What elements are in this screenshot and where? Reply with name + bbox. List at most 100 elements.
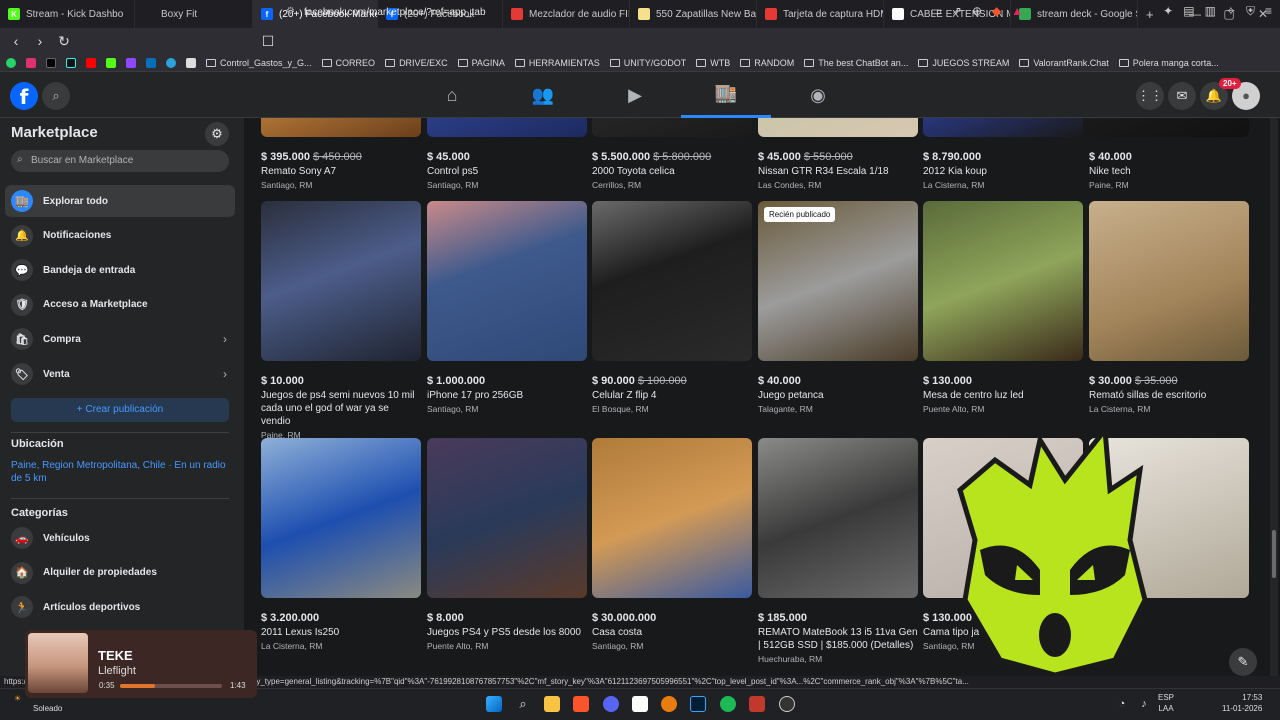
url-field[interactable]: facebook.com/marketplace/?ref=app_tab	[280, 4, 1000, 22]
menu-grid-icon[interactable]: ⋮⋮	[1136, 82, 1164, 110]
bookmark-item[interactable]: UNITY/GODOT	[609, 58, 686, 68]
category-item[interactable]: 🏃 Artículos deportivos	[5, 591, 235, 623]
tiktok-icon[interactable]	[66, 57, 76, 68]
notion-icon[interactable]	[632, 696, 648, 712]
friends-icon[interactable]: 👥	[498, 72, 588, 118]
listing-title[interactable]: Remato Sony A7	[261, 165, 421, 178]
listing-card[interactable]: $ 45.000 Control ps5 Santiago, RM	[427, 118, 587, 190]
bookmark-item[interactable]: ValorantRank.Chat	[1019, 58, 1109, 68]
browser-tab[interactable]: K Stream - Kick Dashbo	[0, 0, 135, 28]
paypal-icon[interactable]	[146, 57, 156, 68]
rewards-icon[interactable]: ▲	[1011, 4, 1023, 19]
sidebar-item-bandeja-de-entrada[interactable]: 💬 Bandeja de entrada	[5, 254, 235, 286]
listing-title[interactable]: Control ps5	[427, 165, 587, 178]
bookmark-item[interactable]: DRIVE/EXC	[385, 58, 448, 68]
wifi-icon[interactable]: ◔	[1114, 696, 1130, 712]
listing-card[interactable]: Recién publicado $ 40.000 Juego petanca Tal…	[758, 201, 918, 414]
bookmark-item[interactable]: Control_Gastos_y_G...	[206, 58, 312, 68]
instagram-icon[interactable]	[26, 57, 36, 68]
extensions-icon[interactable]: ✦	[1163, 4, 1173, 19]
sidebar-toggle-icon[interactable]: ▥	[1205, 4, 1216, 19]
forward-icon[interactable]: ›	[30, 33, 50, 49]
bookmark-item[interactable]: HERRAMIENTAS	[514, 58, 600, 68]
brave-shield-icon[interactable]: ◆	[992, 4, 1001, 19]
facebook-logo-icon[interactable]: f	[10, 82, 38, 110]
listing-photo[interactable]	[261, 201, 421, 361]
listing-title[interactable]: 2012 Kia koup	[923, 165, 1083, 178]
listing-card[interactable]: $ 185.000 REMATO MateBook 13 i5 11va Gen …	[758, 438, 918, 664]
listing-photo[interactable]: Recién publicado	[758, 201, 918, 361]
spotify-icon[interactable]	[720, 696, 736, 712]
blender-icon[interactable]	[661, 696, 677, 712]
bookmark-item[interactable]: JUEGOS STREAM	[918, 58, 1009, 68]
listing-photo[interactable]	[923, 118, 1083, 137]
listing-title[interactable]: Casa costa	[592, 626, 752, 639]
twitch-icon[interactable]	[126, 57, 136, 68]
telegram-icon[interactable]	[166, 57, 176, 68]
microphone-icon[interactable]: ♪	[1136, 696, 1152, 712]
zoom-icon[interactable]: ⊕	[972, 4, 982, 19]
page-scrollbar[interactable]	[1270, 118, 1278, 678]
vegas-icon[interactable]	[749, 696, 765, 712]
listing-photo[interactable]	[1089, 201, 1249, 361]
messenger-icon[interactable]: ✉	[1168, 82, 1196, 110]
youtube-icon[interactable]	[86, 57, 96, 68]
listing-photo[interactable]	[427, 118, 587, 137]
kick-icon[interactable]	[106, 57, 116, 68]
reload-icon[interactable]: ↻	[54, 33, 74, 50]
listing-card[interactable]: $ 8.790.000 2012 Kia koup La Cisterna, RM	[923, 118, 1083, 190]
discord-icon[interactable]	[603, 696, 619, 712]
new-message-icon[interactable]: ✎	[1229, 648, 1257, 676]
listing-card[interactable]: $ 45.000 $ 550.000 Nissan GTR R34 Escala 1…	[758, 118, 918, 190]
listing-title[interactable]: Remató sillas de escritorio	[1089, 389, 1249, 402]
wallet-icon[interactable]: ▤	[1183, 4, 1194, 19]
listing-title[interactable]: iPhone 17 pro 256GB	[427, 389, 587, 402]
listing-title[interactable]: 2000 Toyota celica	[592, 165, 752, 178]
bookmark-item[interactable]: CORREO	[321, 58, 375, 68]
scrollbar-thumb[interactable]	[1272, 530, 1276, 578]
browser-tab[interactable]: Boxy Fit	[135, 0, 253, 28]
bookmark-item[interactable]: The best ChatBot an...	[804, 58, 908, 68]
listing-photo[interactable]	[923, 201, 1083, 361]
listing-title[interactable]: Celular Z flip 4	[592, 389, 752, 402]
listing-card[interactable]: $ 30.000 $ 35.000 Remató sillas de escrito…	[1089, 201, 1249, 414]
gmail-icon[interactable]	[186, 57, 196, 68]
listing-title[interactable]: Juego petanca	[758, 389, 918, 402]
windows-start-icon[interactable]	[486, 696, 502, 712]
bookmark-icon[interactable]: ☐	[258, 33, 278, 50]
category-item[interactable]: 🚗 Vehículos	[5, 522, 235, 554]
groups-icon[interactable]: ◉	[773, 72, 863, 118]
home-icon[interactable]: ⌂	[407, 72, 497, 118]
bookmark-item[interactable]: Polera manga corta...	[1118, 58, 1219, 68]
file-explorer-icon[interactable]	[544, 696, 560, 712]
vpn-icon[interactable]: ⛨	[1246, 4, 1255, 19]
sidebar-item-venta[interactable]: 🏷 Venta ›	[5, 358, 235, 390]
listing-photo[interactable]	[758, 438, 918, 598]
bookmark-item[interactable]: WTB	[696, 58, 730, 68]
listing-photo[interactable]	[758, 118, 918, 137]
listing-photo[interactable]	[592, 118, 752, 137]
location-link[interactable]: Paine, Region Metropolitana, Chile · En …	[11, 459, 236, 485]
listing-card[interactable]: $ 40.000 Nike tech Paine, RM	[1089, 118, 1249, 190]
listing-photo[interactable]	[261, 438, 421, 598]
sidebar-item-explorar-todo[interactable]: 🏬 Explorar todo	[5, 185, 235, 217]
sidebar-item-compra[interactable]: 🛍 Compra ›	[5, 323, 235, 355]
listing-card[interactable]: $ 8.000 Juegos PS4 y PS5 desde los 8000 Pu…	[427, 438, 587, 651]
leo-icon[interactable]: ✧	[1226, 4, 1236, 19]
obs-icon[interactable]	[779, 696, 795, 712]
listing-card[interactable]: $ 130.000 Mesa de centro luz led Puente Al…	[923, 201, 1083, 414]
listing-title[interactable]: Juegos de ps4 semi nuevos 10 mil cada un…	[261, 389, 421, 428]
listing-photo[interactable]	[592, 201, 752, 361]
sidebar-item-acceso-a-marketplace[interactable]: 🛡 Acceso a Marketplace	[5, 289, 235, 321]
settings-gear-icon[interactable]: ⚙	[205, 122, 229, 146]
share-icon[interactable]: ⇗	[952, 4, 962, 19]
x-icon[interactable]	[46, 57, 56, 68]
cast-icon[interactable]: ▭	[931, 4, 942, 19]
listing-title[interactable]: Mesa de centro luz led	[923, 389, 1083, 402]
listing-card[interactable]: $ 395.000 $ 450.000 Remato Sony A7 Santiago…	[261, 118, 421, 190]
listing-card[interactable]: $ 5.500.000 $ 5.800.000 2000 Toyota celica…	[592, 118, 752, 190]
marketplace-icon[interactable]: 🏬	[681, 72, 771, 118]
search-icon[interactable]: ⌕	[42, 82, 70, 110]
listing-title[interactable]: REMATO MateBook 13 i5 11va Gen | 512GB S…	[758, 626, 918, 652]
bookmark-item[interactable]: RANDOM	[740, 58, 794, 68]
